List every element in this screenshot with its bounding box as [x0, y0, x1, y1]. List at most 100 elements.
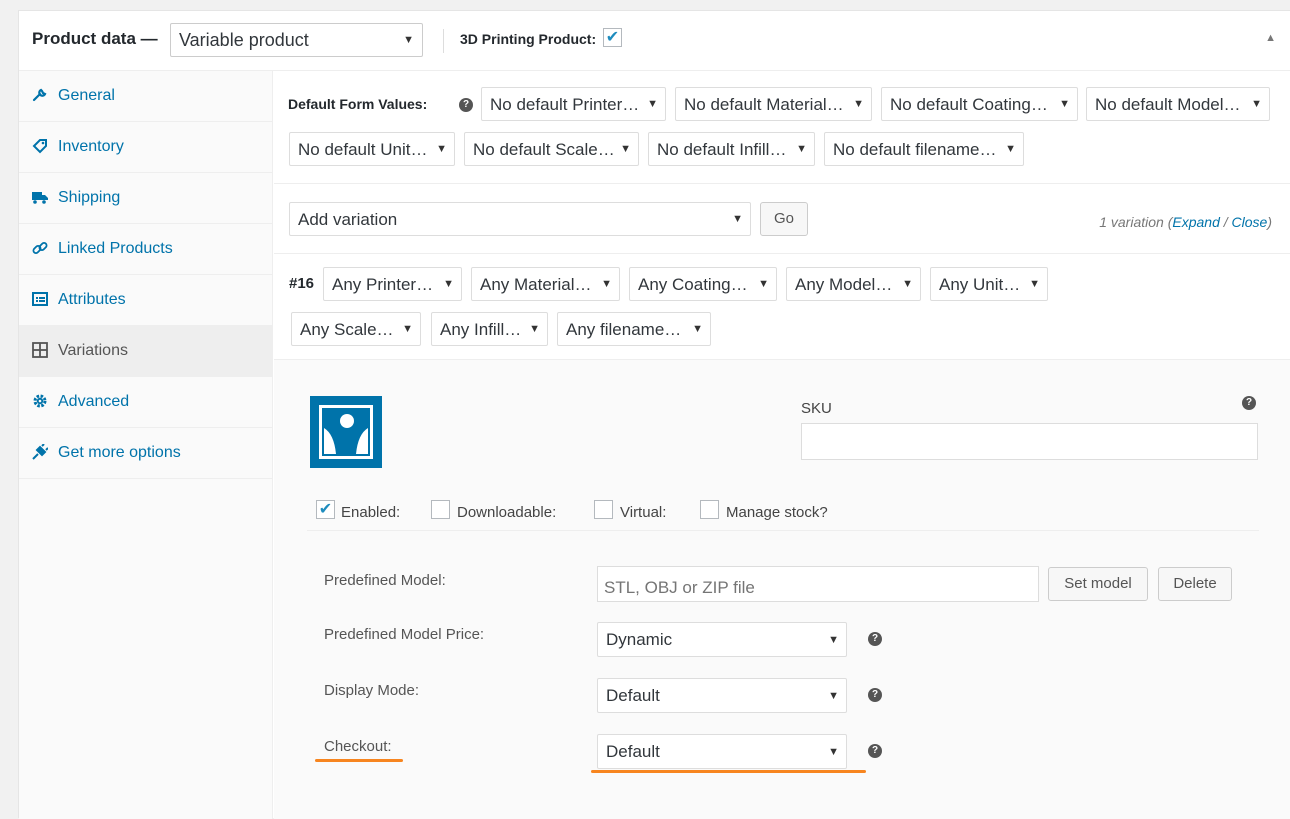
- predefined-model-price-select[interactable]: Dynamic ▼: [597, 622, 847, 657]
- printing-product-label: 3D Printing Product:: [460, 31, 597, 47]
- variation-printer-select[interactable]: Any Printer… ▼: [323, 267, 462, 301]
- dropdown-arrow-icon: ▼: [402, 323, 413, 335]
- sku-input[interactable]: [801, 423, 1258, 460]
- checkout-select[interactable]: Default ▼: [597, 734, 847, 769]
- product-type-value: Variable product: [179, 30, 309, 50]
- variation-unit-select[interactable]: Any Unit… ▼: [930, 267, 1048, 301]
- image-placeholder-icon: [324, 428, 368, 454]
- product-data-title: Product data —: [32, 29, 158, 48]
- default-material-select[interactable]: No default Material… ▼: [675, 87, 872, 121]
- select-value: No default Coating…: [890, 95, 1048, 114]
- separator-text: /: [1219, 214, 1232, 230]
- variation-header[interactable]: #16 Any Printer… ▼ Any Material… ▼ Any Coa…: [274, 254, 1290, 360]
- dropdown-arrow-icon: ▼: [443, 278, 454, 290]
- help-icon[interactable]: ?: [868, 632, 882, 646]
- predefined-model-input[interactable]: [597, 566, 1039, 602]
- select-value: No default Unit…: [298, 140, 428, 159]
- default-filename-select[interactable]: No default filename… ▼: [824, 132, 1024, 166]
- dropdown-arrow-icon: ▼: [1059, 98, 1070, 110]
- variation-count: 1 variation (Expand / Close): [1099, 214, 1272, 230]
- enabled-label: Enabled:: [341, 504, 401, 521]
- product-type-select[interactable]: Variable product ▼: [170, 23, 423, 57]
- select-value: Any filename…: [566, 320, 682, 339]
- dropdown-arrow-icon: ▼: [902, 278, 913, 290]
- manage-stock-checkbox[interactable]: [700, 500, 719, 519]
- select-value: No default Material…: [684, 95, 844, 114]
- variation-options-row: ✔ Enabled: Downloadable: Virtual: Manage…: [307, 485, 1259, 531]
- variations-panel: Default Form Values: ? No default Printe…: [274, 71, 1290, 819]
- sidebar-item-advanced[interactable]: Advanced: [19, 377, 272, 428]
- help-icon[interactable]: ?: [868, 688, 882, 702]
- variation-count-text: 1 variation (: [1099, 214, 1173, 230]
- variation-image-placeholder[interactable]: [310, 396, 382, 468]
- dropdown-arrow-icon: ▼: [403, 34, 414, 46]
- sidebar-item-get-more-options[interactable]: Get more options: [19, 428, 272, 479]
- select-value: Any Scale…: [300, 320, 394, 339]
- select-value: Any Infill…: [440, 320, 522, 339]
- variation-material-select[interactable]: Any Material… ▼: [471, 267, 620, 301]
- default-printer-select[interactable]: No default Printer… ▼: [481, 87, 666, 121]
- select-value: Any Material…: [480, 275, 592, 294]
- manage-stock-label: Manage stock?: [726, 504, 828, 521]
- sidebar-item-label: Advanced: [58, 393, 130, 410]
- select-value: Default: [606, 742, 660, 761]
- variation-scale-select[interactable]: Any Scale… ▼: [291, 312, 421, 346]
- go-button[interactable]: Go: [760, 202, 808, 236]
- predefined-model-label: Predefined Model:: [324, 572, 446, 589]
- default-model-select[interactable]: No default Model… ▼: [1086, 87, 1270, 121]
- expand-link[interactable]: Expand: [1172, 214, 1219, 230]
- add-variation-select[interactable]: Add variation ▼: [289, 202, 751, 236]
- variation-infill-select[interactable]: Any Infill… ▼: [431, 312, 548, 346]
- sidebar-item-label: Shipping: [58, 189, 121, 206]
- default-scale-select[interactable]: No default Scale… ▼: [464, 132, 639, 166]
- tag-icon: [32, 138, 48, 154]
- variation-id: #16: [289, 275, 315, 292]
- printing-product-checkbox[interactable]: ✔: [603, 28, 622, 47]
- help-icon[interactable]: ?: [868, 744, 882, 758]
- dropdown-arrow-icon: ▼: [853, 98, 864, 110]
- header-divider: [443, 29, 444, 53]
- list-icon: [32, 291, 48, 307]
- checkmark-icon: ✔: [318, 501, 333, 518]
- variation-coating-select[interactable]: Any Coating… ▼: [629, 267, 777, 301]
- virtual-checkbox[interactable]: [594, 500, 613, 519]
- variation-details: SKU ? ✔ Enabled: Downloadable: Virtual: …: [274, 360, 1290, 819]
- default-coating-select[interactable]: No default Coating… ▼: [881, 87, 1078, 121]
- sidebar-item-general[interactable]: General: [19, 71, 272, 122]
- display-mode-label: Display Mode:: [324, 682, 420, 699]
- triangle-up-icon[interactable]: ▲: [1265, 32, 1276, 44]
- sidebar-item-label: Linked Products: [58, 240, 173, 257]
- dropdown-arrow-icon: ▼: [601, 278, 612, 290]
- default-infill-select[interactable]: No default Infill… ▼: [648, 132, 815, 166]
- link-icon: [32, 240, 48, 256]
- select-value: Any Printer…: [332, 275, 434, 294]
- plugin-icon: [32, 443, 49, 460]
- select-value: Any Model…: [795, 275, 893, 294]
- downloadable-checkbox[interactable]: [431, 500, 450, 519]
- variation-filename-select[interactable]: Any filename… ▼: [557, 312, 711, 346]
- dropdown-arrow-icon: ▼: [796, 143, 807, 155]
- close-link[interactable]: Close: [1232, 214, 1268, 230]
- sidebar-item-attributes[interactable]: Attributes: [19, 275, 272, 326]
- product-data-panel: Product data — Variable product ▼ 3D Pri…: [18, 10, 1290, 819]
- default-unit-select[interactable]: No default Unit… ▼: [289, 132, 455, 166]
- select-value: Default: [606, 686, 660, 705]
- product-data-header: Product data — Variable product ▼ 3D Pri…: [19, 11, 1290, 71]
- help-icon[interactable]: ?: [459, 98, 473, 112]
- sidebar-item-inventory[interactable]: Inventory: [19, 122, 272, 173]
- delete-button[interactable]: Delete: [1158, 567, 1232, 601]
- set-model-button[interactable]: Set model: [1048, 567, 1148, 601]
- select-value: Any Unit…: [939, 275, 1021, 294]
- variation-model-select[interactable]: Any Model… ▼: [786, 267, 921, 301]
- sidebar-item-linked-products[interactable]: Linked Products: [19, 224, 272, 275]
- sidebar-item-variations[interactable]: Variations: [19, 326, 272, 377]
- help-icon[interactable]: ?: [1242, 396, 1256, 410]
- display-mode-select[interactable]: Default ▼: [597, 678, 847, 713]
- sidebar-item-shipping[interactable]: Shipping: [19, 173, 272, 224]
- predefined-model-price-label: Predefined Model Price:: [324, 626, 485, 643]
- default-form-values-label: Default Form Values:: [288, 96, 428, 112]
- dropdown-arrow-icon: ▼: [828, 689, 839, 702]
- checkout-label: Checkout:: [324, 738, 392, 755]
- enabled-checkbox[interactable]: ✔: [316, 500, 335, 519]
- grid-icon: [32, 342, 48, 358]
